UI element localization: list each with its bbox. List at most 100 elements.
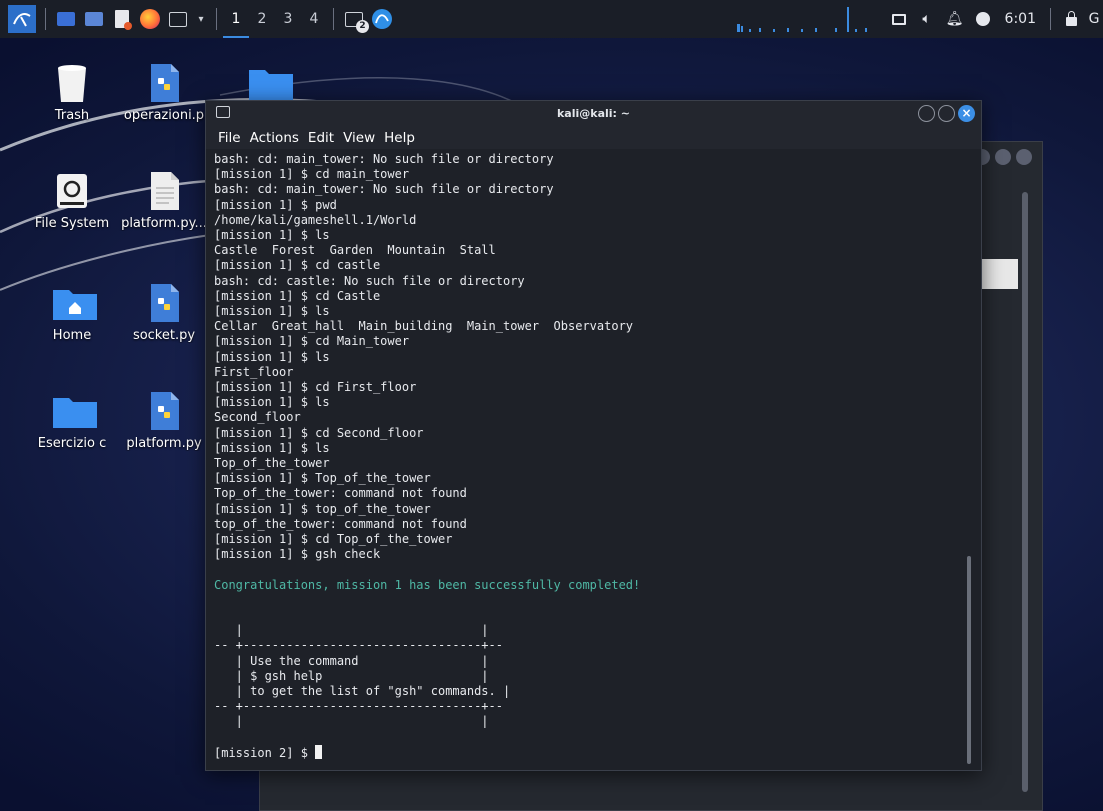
- power-manager-icon[interactable]: [972, 8, 994, 30]
- menu-actions[interactable]: Actions: [250, 130, 299, 146]
- clock[interactable]: 6:01: [1005, 11, 1036, 27]
- terminal-line: bash: cd: castle: No such file or direct…: [214, 273, 525, 288]
- prompt-line[interactable]: [mission 2] $: [214, 744, 967, 761]
- desktop-icon-esercizio[interactable]: Esercizio c: [24, 390, 120, 451]
- terminal-line: [mission 1] $ cd castle: [214, 258, 381, 273]
- desktop-icon-platform-py[interactable]: platform.py: [116, 390, 212, 451]
- terminal-line: | Use the command |: [214, 653, 489, 668]
- chevron-down-icon[interactable]: ▾: [195, 8, 207, 30]
- desktop-icon-label: platform.py...: [121, 216, 207, 231]
- taskbar-separator: [216, 8, 217, 30]
- desktop-icon-label: Esercizio c: [37, 436, 107, 451]
- home-folder-icon: [51, 282, 97, 324]
- terminal-line: Top_of_the_tower: command not found: [214, 486, 467, 501]
- show-desktop-icon[interactable]: [55, 8, 77, 30]
- window-icon[interactable]: [888, 8, 910, 30]
- taskbar-separator: [45, 8, 46, 30]
- terminal-output[interactable]: bash: cd: main_tower: No such file or di…: [214, 152, 967, 761]
- terminal-line: [mission 1] $ cd Top_of_the_tower: [214, 532, 453, 547]
- terminal-line: First_floor: [214, 364, 294, 379]
- terminal-titlebar[interactable]: kali@kali: ~ ×: [206, 101, 981, 127]
- desktop-icon-label: socket.py: [132, 328, 196, 343]
- kali-menu-icon[interactable]: [8, 5, 36, 33]
- desktop-icon-platform-txt[interactable]: platform.py...: [116, 170, 212, 231]
- trash-icon: [51, 62, 93, 104]
- logout-icon[interactable]: G: [1088, 8, 1100, 30]
- firefox-icon[interactable]: [139, 8, 161, 30]
- lock-icon[interactable]: [1060, 8, 1082, 30]
- cpu-graph: [736, 7, 867, 32]
- terminal-line: [mission 1] $ ls: [214, 304, 330, 319]
- terminal-line: [mission 1] $ cd Main_tower: [214, 334, 410, 349]
- background-scrollbar[interactable]: [1022, 192, 1028, 792]
- menu-help[interactable]: Help: [384, 130, 415, 146]
- python-file-icon: [143, 62, 185, 104]
- menu-view[interactable]: View: [343, 130, 375, 146]
- taskbar-separator: [1050, 8, 1051, 30]
- terminal-launcher-icon[interactable]: [167, 8, 189, 30]
- python-file-icon: [143, 390, 185, 432]
- window-title: kali@kali: ~: [556, 107, 630, 120]
- maximize-button[interactable]: [938, 105, 955, 122]
- desktop-icon-operazioni[interactable]: operazioni.p: [116, 62, 212, 123]
- window-controls: ×: [915, 105, 975, 122]
- workspace-3[interactable]: 3: [275, 0, 301, 38]
- desktop-icon-home[interactable]: Home: [24, 282, 120, 343]
- desktop-icon-folder-top[interactable]: [220, 62, 316, 104]
- menu-edit[interactable]: Edit: [308, 130, 334, 146]
- terminal-line: [mission 1] $ cd First_floor: [214, 380, 417, 395]
- terminal-line: [mission 1] $ Top_of_the_tower: [214, 471, 431, 486]
- desktop-icon-label: Trash: [54, 108, 90, 123]
- terminal-scrollbar[interactable]: [967, 556, 971, 764]
- help-box: | | -- +---------------------------------…: [214, 593, 967, 745]
- terminal-line: bash: cd: main_tower: No such file or di…: [214, 152, 554, 166]
- desktop-icon-label: File System: [34, 216, 110, 231]
- drive-icon: [51, 170, 93, 212]
- workspace-4[interactable]: 4: [301, 0, 327, 38]
- taskbar: ▾ 1 2 3 4 2 🔈︎ 🔔︎ 6:01 G: [0, 0, 1103, 38]
- terminal-line: [mission 1] $ ls: [214, 228, 330, 243]
- app-task-icon[interactable]: [371, 8, 393, 30]
- python-file-icon: [143, 282, 185, 324]
- terminal-task-icon[interactable]: 2: [343, 8, 369, 33]
- terminal-line: [mission 1] $ cd Second_floor: [214, 425, 424, 440]
- volume-icon[interactable]: 🔈︎: [916, 8, 938, 30]
- terminal-line: [mission 1] $ pwd: [214, 197, 337, 212]
- text-editor-icon[interactable]: [111, 8, 133, 30]
- terminal-line: [mission 1] $ ls: [214, 349, 330, 364]
- terminal-line: [mission 1] $ top_of_the_tower: [214, 501, 431, 516]
- terminal-window[interactable]: kali@kali: ~ × File Actions Edit View He…: [205, 100, 982, 771]
- terminal-line: [mission 1] $ ls: [214, 440, 330, 455]
- terminal-line: [mission 1] $ cd main_tower: [214, 167, 410, 182]
- terminal-line: -- +---------------------------------+--: [214, 638, 503, 653]
- terminal-line: Second_floor: [214, 410, 301, 425]
- text-file-icon: [143, 170, 185, 212]
- terminal-line: | |: [214, 623, 489, 638]
- desktop-icon-trash[interactable]: Trash: [24, 62, 120, 123]
- desktop-icon-file-system[interactable]: File System: [24, 170, 120, 231]
- terminal-line: Castle Forest Garden Mountain Stall: [214, 243, 496, 258]
- terminal-history: bash: cd: main_tower: No such file or di…: [214, 152, 967, 578]
- file-manager-icon[interactable]: [83, 8, 105, 30]
- workspace-1[interactable]: 1: [223, 0, 249, 38]
- desktop-icon-label: platform.py: [126, 436, 202, 451]
- minimize-button[interactable]: [918, 105, 935, 122]
- terminal-line: | |: [214, 714, 489, 729]
- terminal-line: | $ gsh help |: [214, 668, 489, 683]
- desktop-icon-socket[interactable]: socket.py: [116, 282, 212, 343]
- notification-bell-icon[interactable]: 🔔︎: [944, 8, 966, 30]
- folder-icon: [247, 62, 293, 104]
- terminal-line: [mission 1] $ gsh check: [214, 547, 381, 562]
- workspace-2[interactable]: 2: [249, 0, 275, 38]
- text-cursor: [315, 744, 323, 759]
- terminal-line: -- +---------------------------------+--: [214, 699, 503, 714]
- background-window-panel: [982, 259, 1018, 289]
- terminal-line: bash: cd: main_tower: No such file or di…: [214, 182, 554, 197]
- terminal-line: /home/kali/gameshell.1/World: [214, 212, 417, 227]
- terminal-line: [mission 1] $ cd Castle: [214, 288, 381, 303]
- close-button[interactable]: ×: [958, 105, 975, 122]
- menu-file[interactable]: File: [218, 130, 241, 146]
